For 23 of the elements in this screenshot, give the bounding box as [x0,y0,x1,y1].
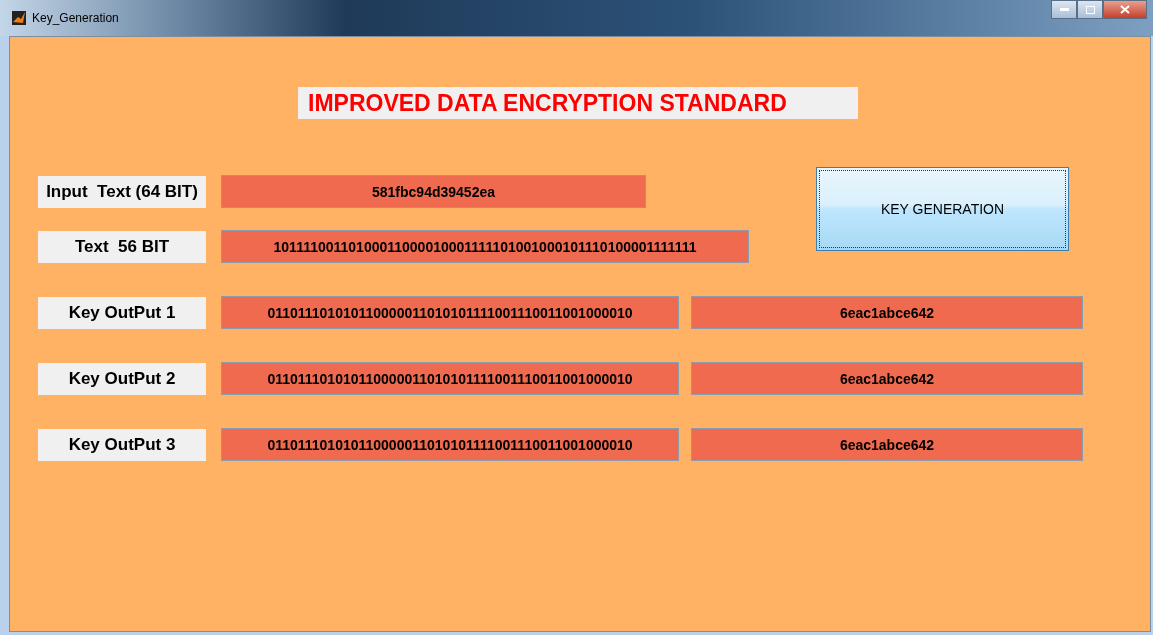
hex-field[interactable]: 6eac1abce642 [691,362,1083,395]
binary-field[interactable]: 011011101010110000011010101111001110011001000010 [221,362,679,395]
field-label: Input Text (64 BIT) [38,175,206,208]
field-label: Key OutPut 3 [38,428,206,461]
binary-field[interactable]: 011011101010110000011010101111001110011001000010 [221,296,679,329]
minimize-icon [1059,8,1069,11]
hex-field[interactable]: 6eac1abce642 [691,296,1083,329]
minimize-button[interactable] [1051,0,1077,19]
value-field[interactable]: 581fbc94d39452ea [221,175,646,208]
value-field[interactable]: 10111100110100011000010001111101001000101110100001111111 [221,230,749,263]
maximize-button[interactable] [1077,0,1103,19]
binary-field[interactable]: 011011101010110000011010101111001110011001000010 [221,428,679,461]
field-label: Text 56 BIT [38,230,206,263]
field-label: Key OutPut 1 [38,296,206,329]
window-title: Key_Generation [32,11,119,25]
heading: IMPROVED DATA ENCRYPTION STANDARD [298,87,858,119]
field-label: Key OutPut 2 [38,362,206,395]
app-icon [12,11,26,25]
close-icon [1120,5,1130,14]
hex-field[interactable]: 6eac1abce642 [691,428,1083,461]
key-generation-button[interactable]: KEY GENERATION [816,167,1069,251]
maximize-icon [1085,5,1095,14]
close-button[interactable] [1103,0,1147,19]
